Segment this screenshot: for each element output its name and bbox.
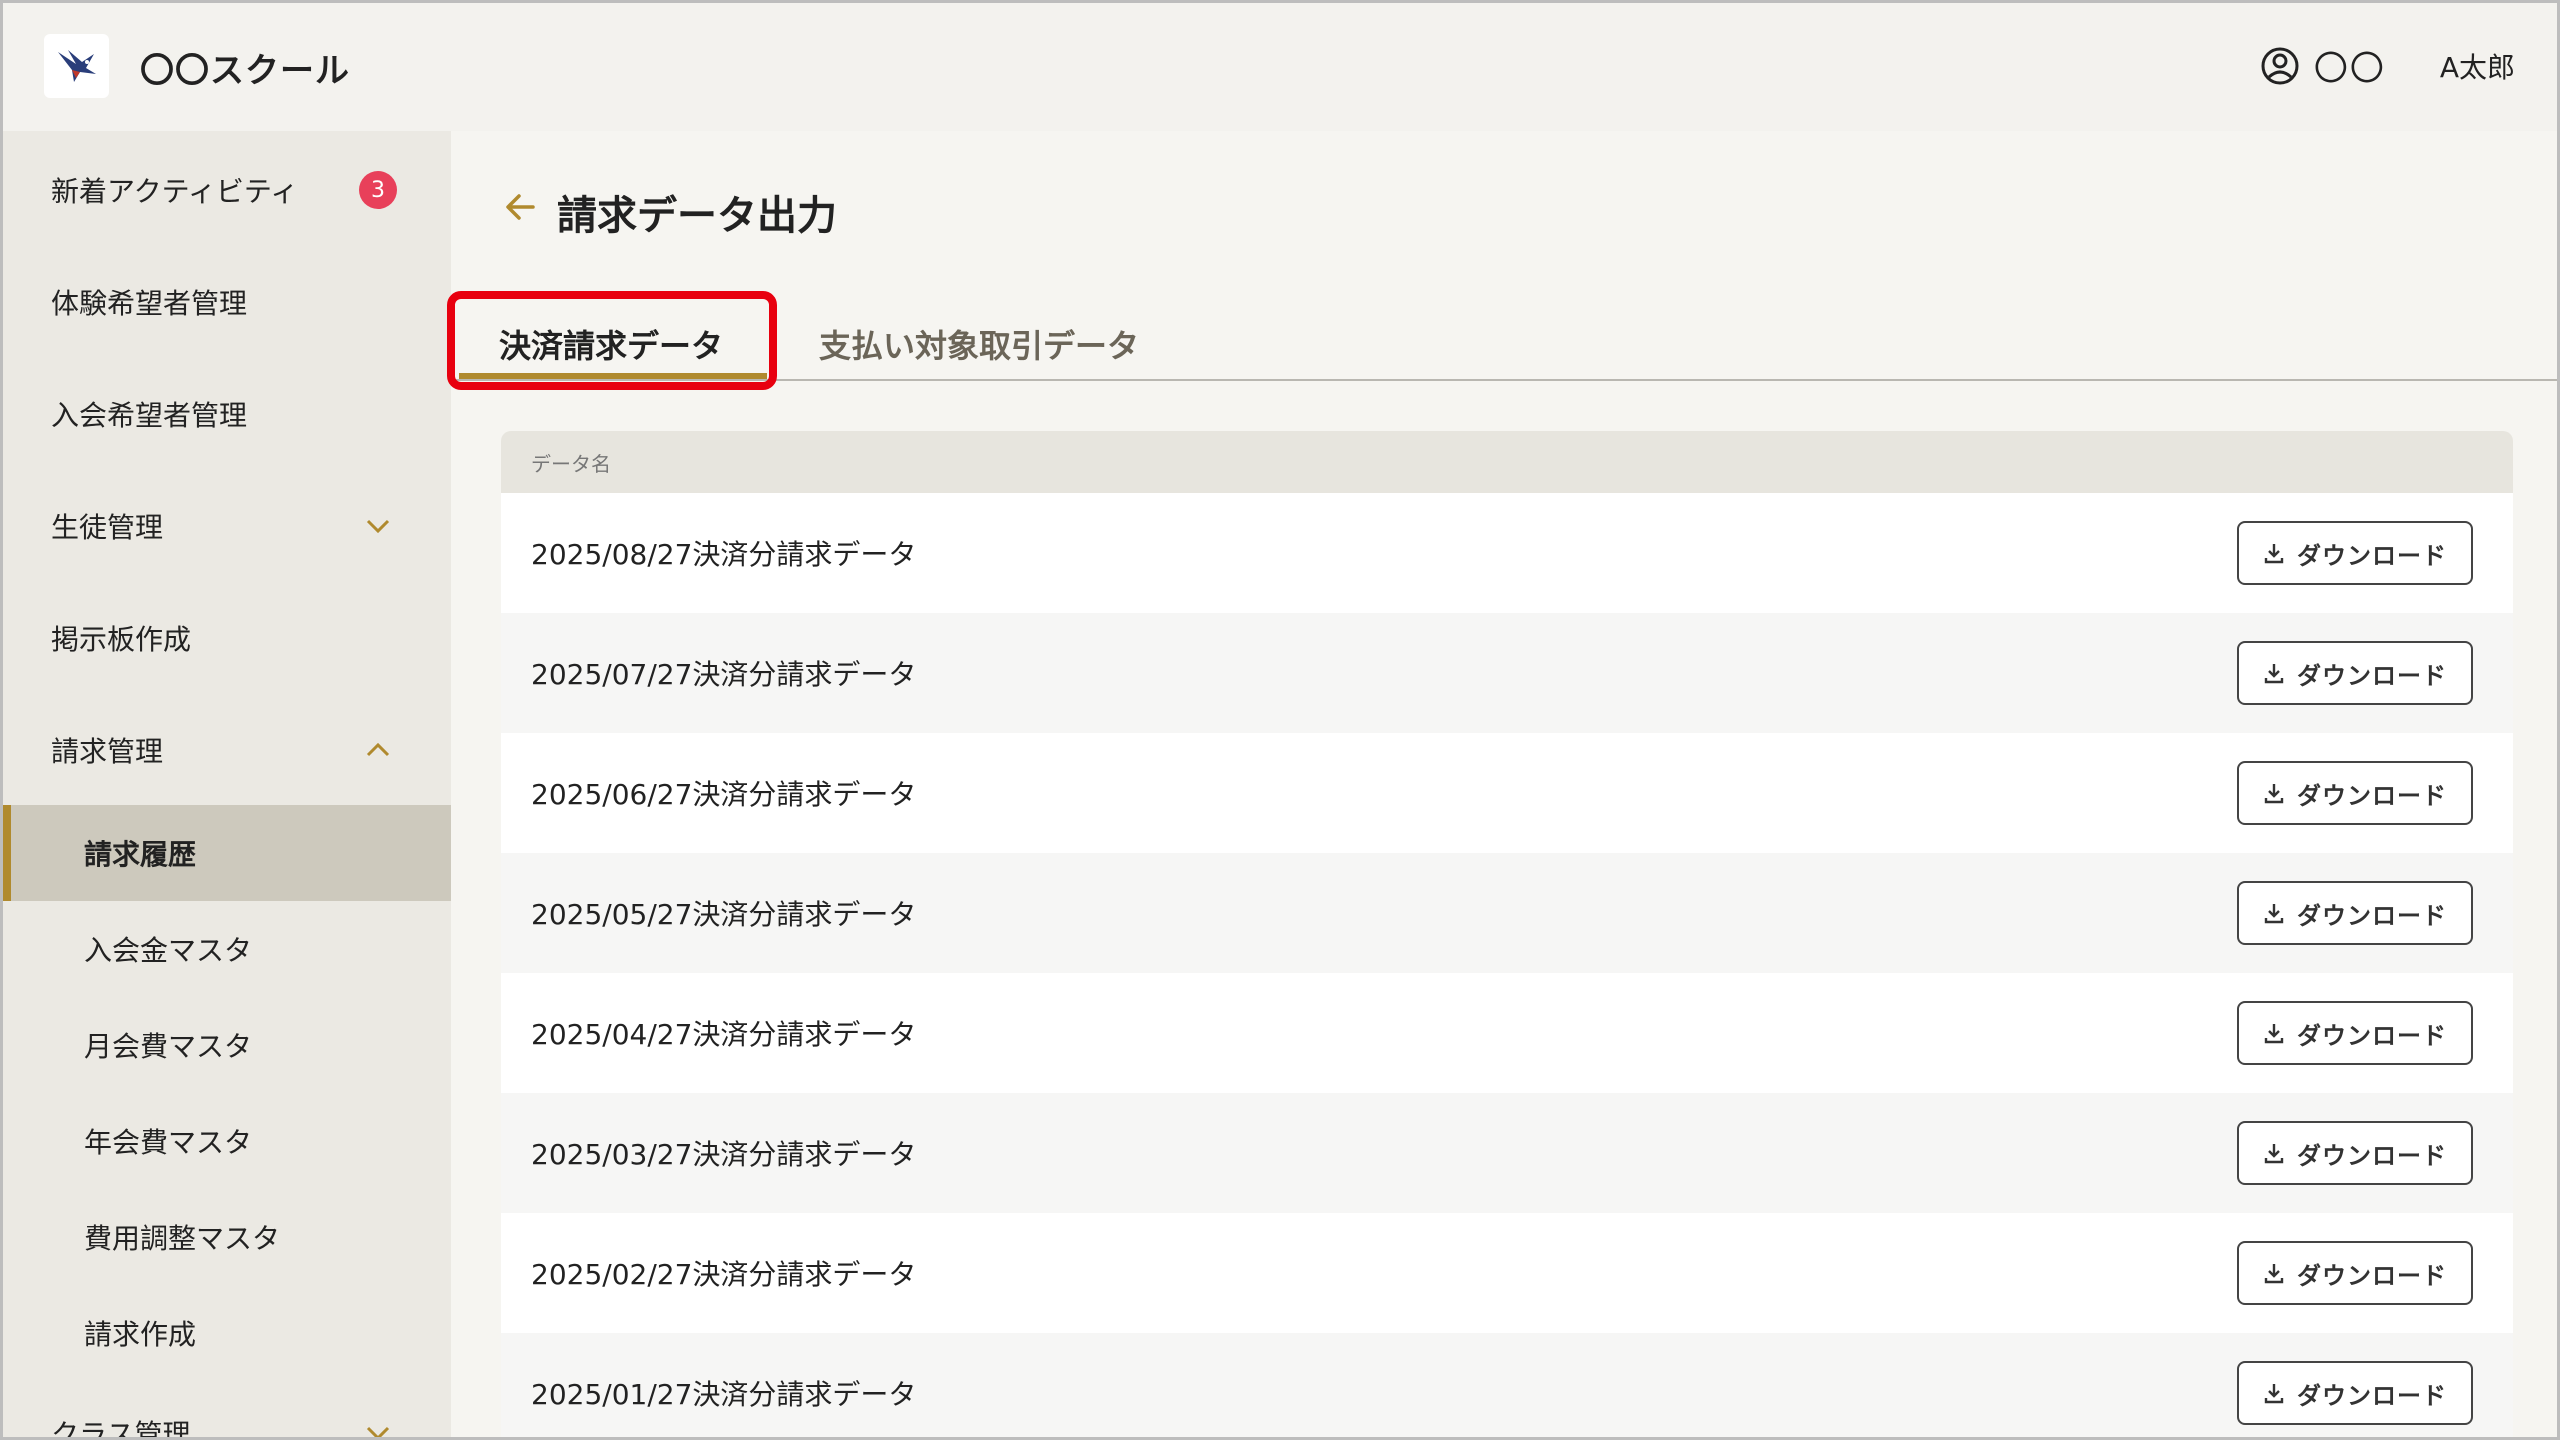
table-row: 2025/08/27決済分請求データ ダウンロード: [501, 493, 2513, 613]
sidebar-item-monthly-fee[interactable]: 月会費マスタ: [3, 1005, 451, 1085]
sidebar-item-label: 月会費マスタ: [84, 1030, 253, 1063]
table-row: 2025/07/27決済分請求データ ダウンロード: [501, 613, 2513, 733]
table-row: 2025/02/27決済分請求データ ダウンロード: [501, 1213, 2513, 1333]
download-icon: [2264, 1384, 2284, 1404]
download-label: ダウンロード: [2297, 1021, 2447, 1050]
download-button[interactable]: ダウンロード: [2237, 1361, 2473, 1425]
sidebar-item-label: 体験希望者管理: [51, 287, 248, 320]
sidebar-item-enrollment[interactable]: 入会希望者管理: [3, 374, 451, 454]
table-row: 2025/04/27決済分請求データ ダウンロード: [501, 973, 2513, 1093]
app-window: 〇〇スクール 〇〇 A太郎 新着アクティビティ 3 体験希望者管理 入会希望者管…: [0, 0, 2560, 1440]
row-data-name: 2025/07/27決済分請求データ: [531, 658, 917, 691]
download-icon: [2264, 1144, 2284, 1164]
chevron-down-icon[interactable]: [363, 511, 393, 541]
download-label: ダウンロード: [2297, 1381, 2447, 1410]
table-row: 2025/05/27決済分請求データ ダウンロード: [501, 853, 2513, 973]
school-name: 〇〇スクール: [140, 51, 350, 91]
sidebar-item-label: 新着アクティビティ: [51, 175, 299, 208]
sidebar-item-billing[interactable]: 請求管理: [3, 710, 451, 790]
sidebar-item-label: 生徒管理: [51, 511, 164, 544]
download-button[interactable]: ダウンロード: [2237, 1001, 2473, 1065]
sidebar-item-students[interactable]: 生徒管理: [3, 486, 451, 566]
table-row: 2025/01/27決済分請求データ ダウンロード: [501, 1333, 2513, 1437]
notification-badge: 3: [359, 171, 397, 209]
download-icon: [2264, 784, 2284, 804]
row-data-name: 2025/06/27決済分請求データ: [531, 778, 917, 811]
download-button[interactable]: ダウンロード: [2237, 761, 2473, 825]
sidebar-item-label: クラス管理: [51, 1418, 191, 1440]
tab-payment-target-transactions[interactable]: 支払い対象取引データ: [819, 321, 1139, 381]
sidebar-item-label: 請求管理: [51, 735, 164, 768]
table-body: 2025/08/27決済分請求データ ダウンロード 2025/07/27決済分請…: [501, 493, 2513, 1437]
sidebar-item-fee-adjustment[interactable]: 費用調整マスタ: [3, 1197, 451, 1277]
chevron-up-icon[interactable]: [363, 735, 393, 765]
sidebar-item-label: 入会希望者管理: [51, 399, 248, 432]
sidebar-item-billing-history[interactable]: 請求履歴: [3, 805, 451, 901]
sidebar-item-create-invoice[interactable]: 請求作成: [3, 1293, 451, 1373]
download-label: ダウンロード: [2297, 901, 2447, 930]
sidebar-item-trial[interactable]: 体験希望者管理: [3, 262, 451, 342]
sidebar-item-label: 年会費マスタ: [84, 1126, 253, 1159]
download-icon: [2264, 904, 2284, 924]
bird-logo-icon: [57, 50, 96, 82]
row-data-name: 2025/03/27決済分請求データ: [531, 1138, 917, 1171]
download-label: ダウンロード: [2297, 541, 2447, 570]
sidebar-item-label: 掲示板作成: [51, 623, 192, 656]
sidebar-item-label: 請求作成: [84, 1318, 197, 1351]
user-name: A太郎: [2439, 50, 2515, 84]
row-data-name: 2025/04/27決済分請求データ: [531, 1018, 917, 1051]
sidebar-item-annual-fee[interactable]: 年会費マスタ: [3, 1101, 451, 1181]
sidebar: 新着アクティビティ 3 体験希望者管理 入会希望者管理 生徒管理 掲示板作成 請…: [3, 131, 451, 1440]
user-menu[interactable]: 〇〇 A太郎: [2260, 41, 2515, 90]
sidebar-item-classes[interactable]: クラス管理: [3, 1393, 451, 1440]
sidebar-item-label: 費用調整マスタ: [84, 1222, 281, 1255]
user-org: 〇〇: [2313, 49, 2386, 89]
download-button[interactable]: ダウンロード: [2237, 641, 2473, 705]
download-label: ダウンロード: [2297, 661, 2447, 690]
page-title: 請求データ出力: [503, 183, 837, 241]
table-row: 2025/03/27決済分請求データ ダウンロード: [501, 1093, 2513, 1213]
sidebar-item-label: 請求履歴: [84, 838, 197, 871]
download-icon: [2264, 544, 2284, 564]
highlight-box: [447, 291, 777, 390]
download-icon: [2264, 664, 2284, 684]
row-data-name: 2025/05/27決済分請求データ: [531, 898, 917, 931]
table-row: 2025/06/27決済分請求データ ダウンロード: [501, 733, 2513, 853]
sidebar-item-board[interactable]: 掲示板作成: [3, 598, 451, 678]
download-button[interactable]: ダウンロード: [2237, 1241, 2473, 1305]
chevron-down-icon[interactable]: [363, 1418, 393, 1437]
data-table: データ名 2025/08/27決済分請求データ ダウンロード 2025/07/2…: [501, 431, 2513, 1437]
page-title-text: 請求データ出力: [557, 193, 837, 239]
column-header-data-name: データ名: [531, 451, 611, 476]
account-circle-icon: [2261, 47, 2299, 84]
row-data-name: 2025/02/27決済分請求データ: [531, 1258, 917, 1291]
sidebar-item-activity[interactable]: 新着アクティビティ 3: [3, 150, 451, 230]
download-button[interactable]: ダウンロード: [2237, 881, 2473, 945]
download-label: ダウンロード: [2297, 781, 2447, 810]
download-label: ダウンロード: [2297, 1141, 2447, 1170]
top-header: 〇〇スクール 〇〇 A太郎: [3, 3, 2557, 131]
download-button[interactable]: ダウンロード: [2237, 521, 2473, 585]
download-icon: [2264, 1024, 2284, 1044]
table-header: データ名: [501, 431, 2513, 493]
row-data-name: 2025/01/27決済分請求データ: [531, 1378, 917, 1411]
sidebar-item-admission-fee[interactable]: 入会金マスタ: [3, 909, 451, 989]
download-button[interactable]: ダウンロード: [2237, 1121, 2473, 1185]
download-label: ダウンロード: [2297, 1261, 2447, 1290]
row-data-name: 2025/08/27決済分請求データ: [531, 538, 917, 571]
download-icon: [2264, 1264, 2284, 1284]
sidebar-item-label: 入会金マスタ: [84, 934, 253, 967]
school-logo[interactable]: [44, 34, 109, 98]
back-arrow-icon[interactable]: [503, 189, 539, 235]
